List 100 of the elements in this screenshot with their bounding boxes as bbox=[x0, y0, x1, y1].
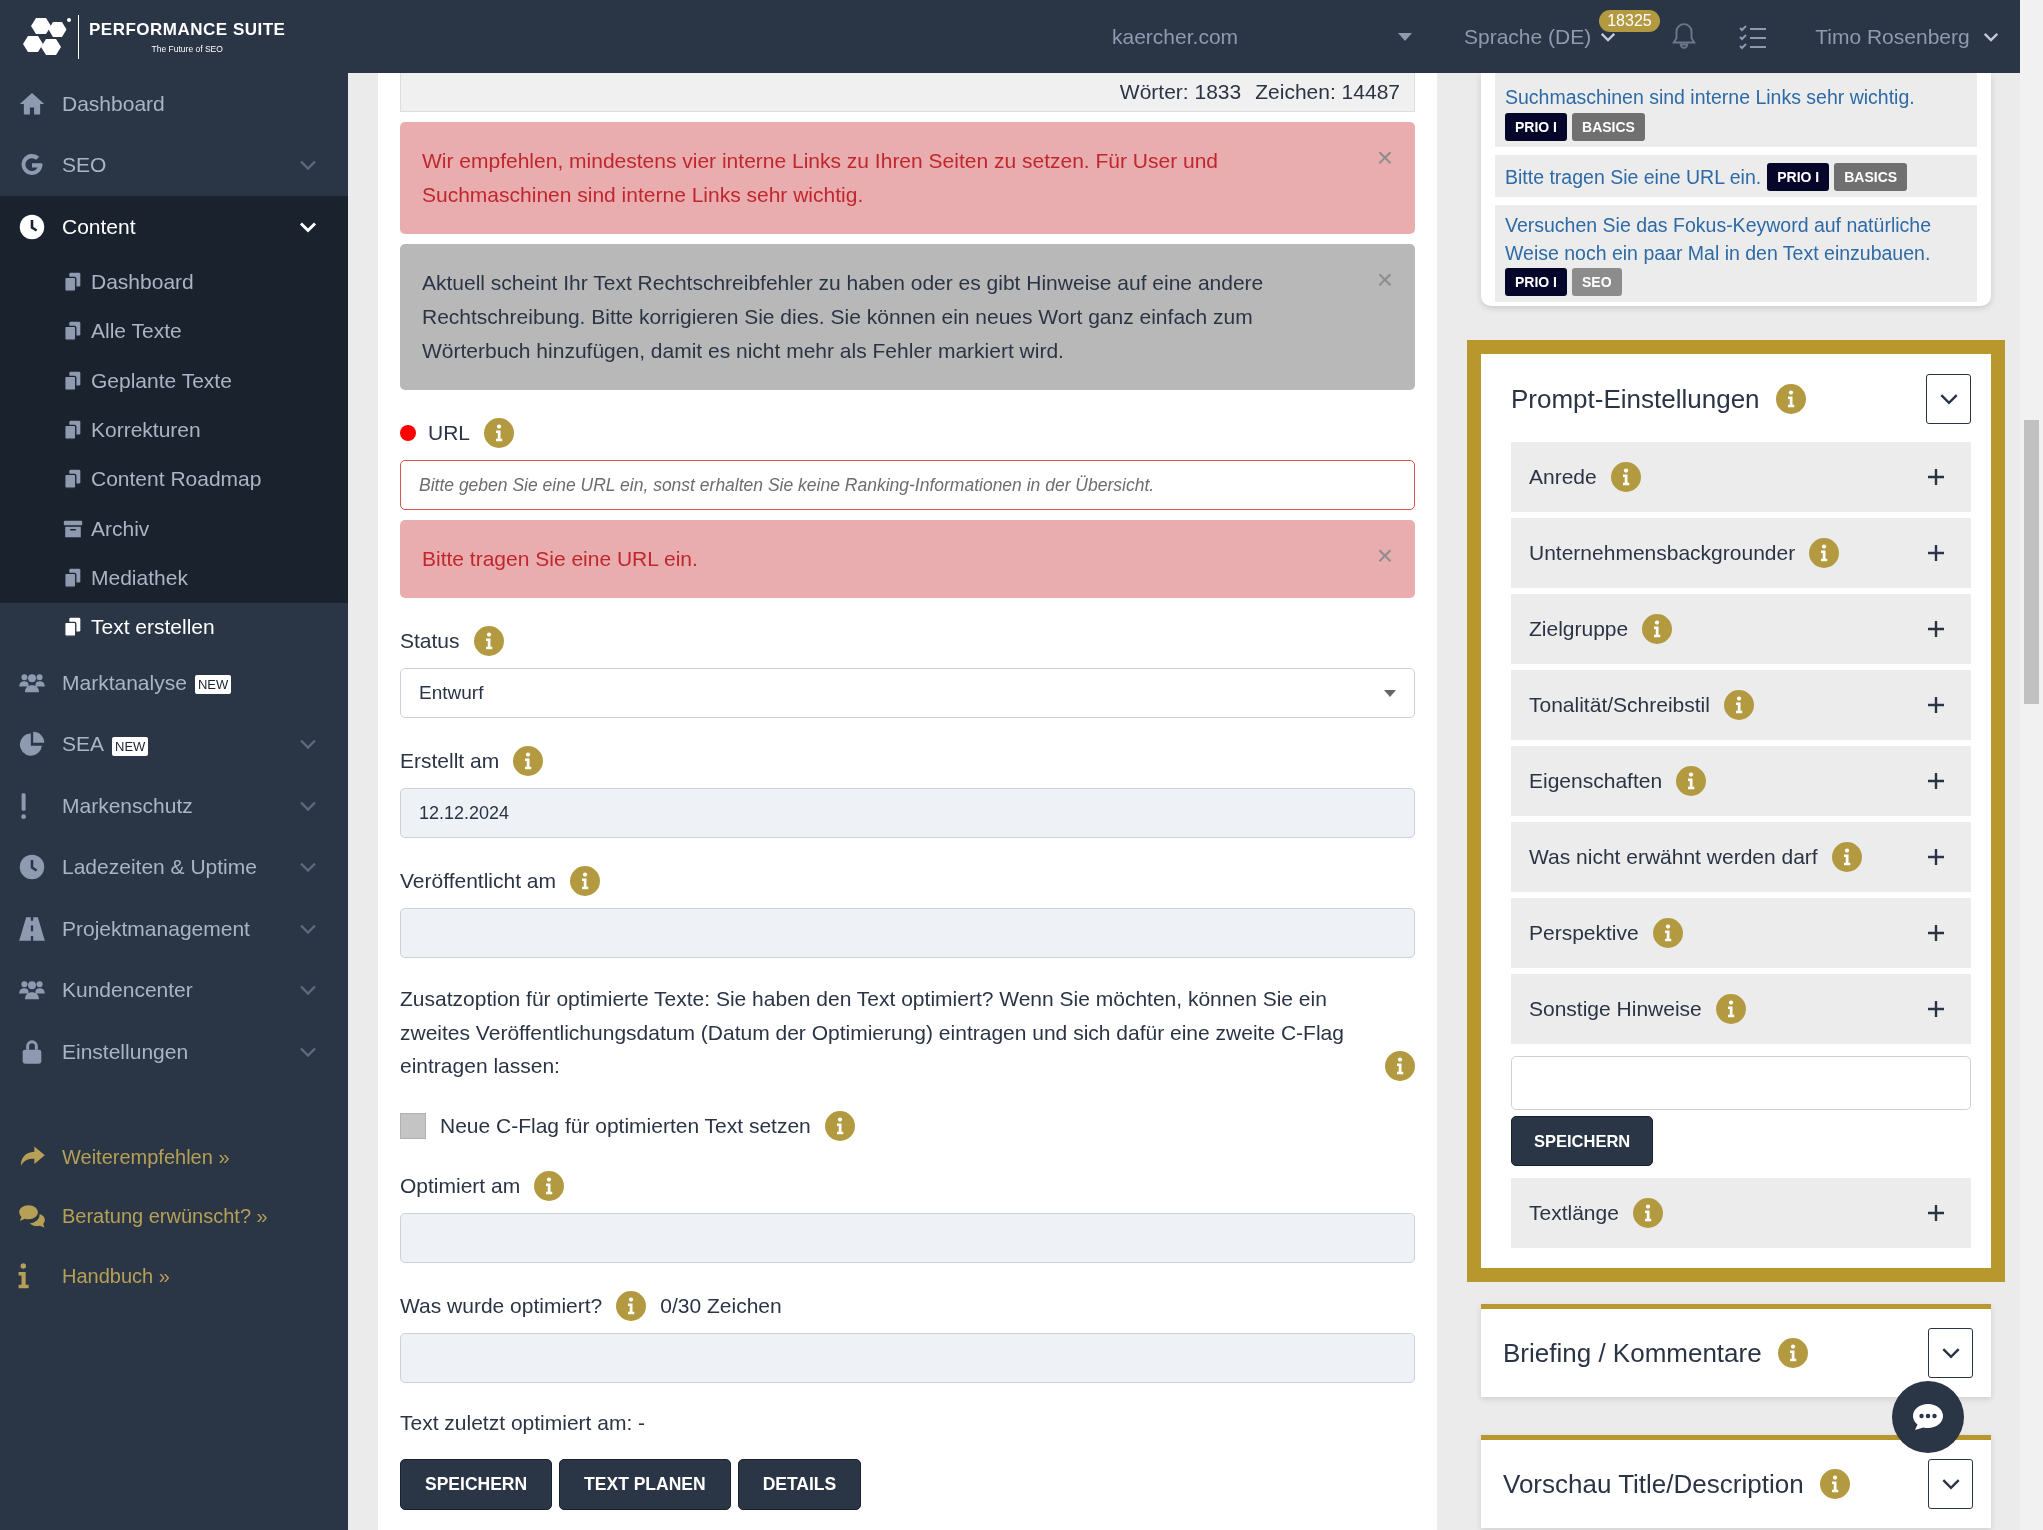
info-icon[interactable] bbox=[824, 1110, 855, 1141]
chat-icon bbox=[1911, 1402, 1945, 1432]
notification-count: 18325 bbox=[1599, 9, 1660, 32]
info-icon[interactable] bbox=[1777, 1338, 1808, 1369]
pie-chart-icon bbox=[18, 730, 46, 759]
action-button[interactable]: SPEICHERN bbox=[400, 1458, 553, 1510]
save-button[interactable]: SPEICHERN bbox=[1511, 1116, 1654, 1167]
plus-icon[interactable] bbox=[1927, 620, 1945, 639]
info-icon[interactable] bbox=[1610, 462, 1641, 493]
sidebar-item[interactable]: Content bbox=[18, 212, 136, 241]
hint-text[interactable]: Bitte tragen Sie eine URL ein. bbox=[1505, 162, 1762, 191]
plus-icon[interactable] bbox=[1927, 544, 1945, 563]
info-icon[interactable] bbox=[1652, 918, 1683, 949]
bell-icon[interactable] bbox=[1671, 21, 1698, 50]
new-badge: NEW bbox=[112, 736, 149, 756]
plus-icon[interactable] bbox=[1927, 696, 1945, 715]
tag: PRIO I bbox=[1767, 162, 1830, 191]
plus-icon[interactable] bbox=[1927, 772, 1945, 791]
action-button[interactable]: TEXT PLANEN bbox=[559, 1458, 731, 1510]
info-icon[interactable] bbox=[1723, 690, 1754, 721]
domain-dropdown[interactable]: kaercher.com bbox=[1112, 24, 1412, 49]
action-button[interactable]: DETAILS bbox=[737, 1458, 862, 1510]
paragraph: Zusatzoption für optimierte Texte: Sie haben den Text optimiert? Wenn Sie möchten, können Sie ein zweites Veröffentlichungsdatum (Datum der Optimierung) eintragen und sich dafür eine zweite C-Flag eintragen lassen: bbox=[400, 986, 1345, 1079]
panel-title: Briefing / Kommentare bbox=[1503, 1337, 1762, 1369]
tag: BASICS bbox=[1572, 112, 1645, 141]
sidebar-link[interactable]: Handbuch » bbox=[0, 1246, 348, 1306]
sidebar-subitem[interactable]: Alle Texte bbox=[0, 306, 348, 357]
accordion-label[interactable]: Unternehmensbackgrounder bbox=[1529, 541, 1796, 566]
sidebar-item[interactable]: Kundencenter bbox=[18, 976, 193, 1005]
field-label: URL bbox=[428, 421, 470, 445]
sidebar-item[interactable]: Ladezeiten & Uptime bbox=[18, 853, 257, 882]
sidebar-subitem[interactable]: Geplante Texte bbox=[0, 356, 348, 406]
panel-title: Vorschau Title/Description bbox=[1503, 1468, 1804, 1500]
sidebar-item[interactable]: Marktanalyse bbox=[18, 668, 187, 697]
checkbox[interactable] bbox=[400, 1112, 426, 1139]
info-icon[interactable] bbox=[1676, 766, 1707, 797]
expand-button[interactable] bbox=[1928, 1459, 1973, 1510]
last-optimized-note: Text zuletzt optimiert am: - bbox=[400, 1410, 647, 1435]
accordion-label[interactable]: Tonalität/Schreibstil bbox=[1529, 693, 1710, 718]
input-field[interactable] bbox=[1511, 1056, 1971, 1111]
plus-icon[interactable] bbox=[1927, 848, 1945, 867]
sidebar-item[interactable]: Markenschutz bbox=[18, 791, 193, 820]
scrollbar-thumb[interactable] bbox=[2024, 420, 2039, 704]
accordion-label[interactable]: Textlänge bbox=[1529, 1201, 1619, 1226]
checklist-icon[interactable] bbox=[1739, 23, 1768, 50]
field-label: Erstellt am bbox=[400, 749, 500, 773]
info-icon[interactable] bbox=[570, 866, 601, 896]
panel-title: Prompt-Einstellungen bbox=[1511, 383, 1760, 415]
accordion-label[interactable]: Perspektive bbox=[1529, 921, 1639, 946]
accordion-label[interactable]: Zielgruppe bbox=[1529, 617, 1629, 642]
info-icon[interactable] bbox=[513, 746, 544, 776]
accordion-label[interactable]: Eigenschaften bbox=[1529, 769, 1663, 794]
info-icon[interactable] bbox=[1642, 614, 1673, 645]
sidebar-subitem[interactable]: Mediathek bbox=[0, 553, 348, 603]
word-count: Wörter: 1833 bbox=[1119, 80, 1242, 104]
info-icon[interactable] bbox=[1775, 384, 1806, 415]
sidebar-item[interactable]: SEO bbox=[18, 151, 107, 180]
info-icon[interactable] bbox=[1809, 538, 1840, 569]
plus-icon[interactable] bbox=[1927, 1000, 1945, 1019]
info-icon[interactable] bbox=[1831, 842, 1862, 873]
info-icon[interactable] bbox=[473, 626, 504, 656]
hint-text[interactable]: Suchmaschinen sind interne Links sehr wichtig. bbox=[1505, 82, 1915, 111]
accordion-label[interactable]: Sonstige Hinweise bbox=[1529, 997, 1702, 1022]
hint-text[interactable]: Versuchen Sie das Fokus-Keyword auf natürliche Weise noch ein paar Mal in den Text einzubauen. bbox=[1505, 210, 1961, 267]
accordion-label[interactable]: Anrede bbox=[1529, 465, 1597, 490]
status-select[interactable]: Entwurf bbox=[400, 668, 1415, 718]
expand-button[interactable] bbox=[1928, 1328, 1973, 1379]
sidebar-subitem[interactable]: Korrekturen bbox=[0, 405, 348, 455]
sidebar-item[interactable]: Einstellungen bbox=[18, 1037, 189, 1066]
plus-icon[interactable] bbox=[1927, 1204, 1945, 1223]
alert-message: Wir empfehlen, mindestens vier interne Links zu Ihren Seiten zu setzen. Für User und Suchmaschinen sind interne Links sehr wichtig. bbox=[422, 148, 1220, 208]
sidebar-link[interactable]: Weiterempfehlen » bbox=[0, 1127, 348, 1187]
sidebar-subitem[interactable]: Content Roadmap bbox=[0, 454, 348, 504]
alert-message: Bitte tragen Sie eine URL ein. bbox=[422, 546, 699, 572]
field-label: Optimiert am bbox=[400, 1173, 521, 1198]
alert-message: Aktuell scheint Ihr Text Rechtschreibfehler zu haben oder es gibt Hinweise auf eine andere Rechtschreibung. Bitte korrigieren Sie dies. Sie können ein neues Wort ganz einfach zum Wörterbuch hinzufügen, damit es nicht mehr als Fehler markiert wird. bbox=[422, 270, 1265, 364]
accordion-label[interactable]: Was nicht erwähnt werden darf bbox=[1529, 845, 1818, 870]
sidebar-subitem[interactable]: Dashboard bbox=[0, 257, 348, 307]
sidebar-item[interactable]: Projektmanagement bbox=[18, 914, 250, 943]
input-field[interactable]: Bitte geben Sie eine URL ein, sonst erhalten Sie keine Ranking-Informationen in der Übersicht. bbox=[400, 460, 1415, 510]
info-icon[interactable] bbox=[1819, 1469, 1850, 1500]
info-icon[interactable] bbox=[1715, 994, 1746, 1025]
info-icon[interactable] bbox=[534, 1170, 565, 1201]
plus-icon[interactable] bbox=[1927, 468, 1945, 487]
sidebar-item[interactable]: SEA bbox=[18, 730, 105, 759]
sidebar-subitem[interactable]: Text erstellen bbox=[0, 602, 348, 652]
character-counter: 0/30 Zeichen bbox=[660, 1293, 782, 1318]
info-icon[interactable] bbox=[616, 1290, 647, 1321]
collapse-button[interactable] bbox=[1926, 374, 1971, 425]
tag: PRIO I bbox=[1505, 268, 1567, 297]
sidebar-subitem[interactable]: Archiv bbox=[0, 504, 348, 554]
info-icon[interactable] bbox=[1632, 1198, 1663, 1229]
user-menu[interactable]: Timo Rosenberg bbox=[1815, 24, 2000, 49]
info-icon[interactable] bbox=[484, 418, 514, 448]
info-icon[interactable] bbox=[1385, 1050, 1415, 1081]
sidebar-link[interactable]: Beratung erwünscht? » bbox=[0, 1186, 348, 1247]
character-count: Zeichen: 14487 bbox=[1255, 80, 1400, 104]
plus-icon[interactable] bbox=[1927, 924, 1945, 943]
sidebar-item[interactable]: Dashboard bbox=[18, 89, 165, 118]
tag: BASICS bbox=[1834, 162, 1908, 191]
